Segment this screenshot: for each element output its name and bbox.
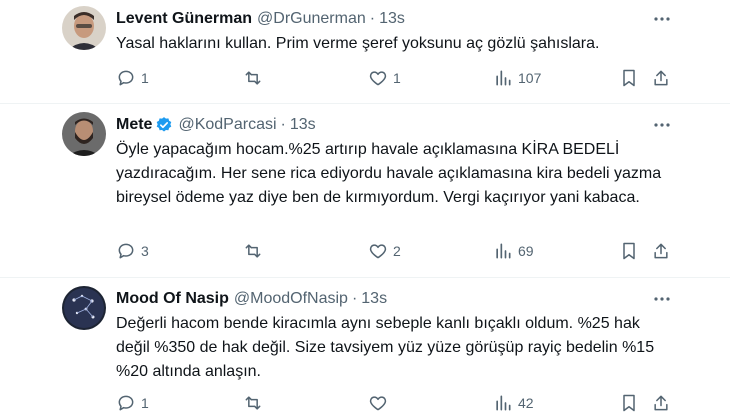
reply-icon bbox=[118, 243, 134, 259]
timestamp[interactable]: 13s bbox=[361, 290, 387, 308]
tweet-text-line: Yasal haklarını kullan. Prim verme şeref… bbox=[116, 35, 600, 52]
avatar[interactable] bbox=[62, 112, 106, 156]
more-icon[interactable] bbox=[652, 9, 672, 29]
share-button[interactable] bbox=[651, 65, 671, 91]
like-button[interactable] bbox=[368, 390, 393, 416]
bookmark-icon bbox=[623, 69, 635, 87]
views-button[interactable]: 69 bbox=[493, 238, 534, 264]
retweet-button[interactable] bbox=[243, 390, 268, 416]
like-icon bbox=[369, 71, 387, 86]
views-count: 42 bbox=[518, 395, 534, 411]
reply-icon bbox=[118, 70, 134, 86]
tweet[interactable]: Mood Of Nasip @MoodOfNasip · 13s Değerli… bbox=[0, 278, 730, 420]
retweet-button[interactable] bbox=[243, 65, 268, 91]
separator-dot: · bbox=[369, 10, 376, 27]
reply-button[interactable]: 1 bbox=[116, 65, 149, 91]
like-count: 2 bbox=[393, 243, 401, 259]
avatar[interactable] bbox=[62, 286, 106, 330]
tweet-text-line: değil %350 de hak değil. Size tavsiyem y… bbox=[116, 339, 655, 356]
views-button[interactable]: 107 bbox=[493, 65, 541, 91]
share-button[interactable] bbox=[651, 238, 671, 264]
retweet-icon bbox=[245, 396, 261, 410]
tweet-text: Yasal haklarını kullan. Prim verme şeref… bbox=[116, 32, 716, 56]
separator-dot: · bbox=[351, 290, 358, 307]
tweet-text-line: %20 altında anlaşın. bbox=[116, 363, 261, 380]
tweet[interactable]: Levent Günerman @DrGunerman · 13s Yasal … bbox=[0, 0, 730, 104]
reply-count: 3 bbox=[141, 243, 149, 259]
action-bar: 1 42 bbox=[0, 390, 730, 416]
share-icon bbox=[654, 395, 668, 411]
share-button[interactable] bbox=[651, 390, 671, 416]
display-name[interactable]: Mood Of Nasip bbox=[116, 290, 229, 308]
timestamp[interactable]: 13s bbox=[379, 10, 405, 28]
verified-icon bbox=[157, 117, 172, 132]
bookmark-icon bbox=[623, 242, 635, 260]
display-name[interactable]: Mete bbox=[116, 116, 152, 134]
retweet-icon bbox=[245, 71, 261, 85]
tweet-text-line: Değerli hacom bende kiracımla aynı sebep… bbox=[116, 315, 640, 332]
action-bar: 1 1 107 bbox=[0, 65, 730, 91]
bookmark-button[interactable] bbox=[619, 65, 639, 91]
reply-button[interactable]: 1 bbox=[116, 390, 149, 416]
user-handle[interactable]: @MoodOfNasip bbox=[234, 290, 348, 308]
bookmark-icon bbox=[623, 394, 635, 412]
views-count: 69 bbox=[518, 243, 534, 259]
tweet-text-line: yazdıracağım. Her sene rica ediyordu hav… bbox=[116, 165, 662, 182]
reply-count: 1 bbox=[141, 70, 149, 86]
views-icon bbox=[496, 395, 511, 411]
retweet-icon bbox=[245, 244, 261, 258]
views-icon bbox=[496, 243, 511, 259]
share-icon bbox=[654, 70, 668, 86]
views-icon bbox=[496, 70, 511, 86]
retweet-button[interactable] bbox=[243, 238, 268, 264]
user-handle[interactable]: @KodParcasi bbox=[178, 116, 276, 134]
like-button[interactable]: 1 bbox=[368, 65, 401, 91]
reply-icon bbox=[118, 395, 134, 411]
tweet-text-line: bireysel ödeme yaz diye ben de kırmıyord… bbox=[116, 189, 640, 206]
tweet-feed: Levent Günerman @DrGunerman · 13s Yasal … bbox=[0, 0, 730, 420]
like-count: 1 bbox=[393, 70, 401, 86]
share-icon bbox=[654, 243, 668, 259]
user-handle[interactable]: @DrGunerman bbox=[257, 10, 366, 28]
more-icon[interactable] bbox=[652, 289, 672, 309]
like-button[interactable]: 2 bbox=[368, 238, 401, 264]
avatar[interactable] bbox=[62, 6, 106, 50]
bookmark-button[interactable] bbox=[619, 238, 639, 264]
like-icon bbox=[369, 244, 387, 259]
bookmark-button[interactable] bbox=[619, 390, 639, 416]
tweet-text: Öyle yapacağım hocam.%25 artırıp havale … bbox=[116, 138, 716, 210]
tweet[interactable]: Mete @KodParcasi · 13s Öyle yapacağım ho… bbox=[0, 104, 730, 278]
views-button[interactable]: 42 bbox=[493, 390, 534, 416]
display-name[interactable]: Levent Günerman bbox=[116, 10, 252, 28]
more-icon[interactable] bbox=[652, 115, 672, 135]
tweet-text-line: Öyle yapacağım hocam.%25 artırıp havale … bbox=[116, 141, 620, 158]
reply-count: 1 bbox=[141, 395, 149, 411]
like-icon bbox=[369, 396, 387, 411]
separator-dot: · bbox=[280, 116, 286, 133]
timestamp[interactable]: 13s bbox=[290, 116, 316, 134]
tweet-text: Değerli hacom bende kiracımla aynı sebep… bbox=[116, 312, 716, 384]
views-count: 107 bbox=[518, 70, 542, 86]
action-bar: 3 2 69 bbox=[0, 238, 730, 264]
reply-button[interactable]: 3 bbox=[116, 238, 149, 264]
